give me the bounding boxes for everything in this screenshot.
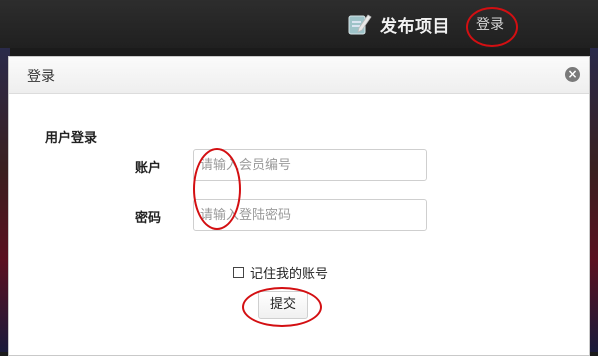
- top-navigation-bar: 发布项目 登录: [0, 0, 598, 48]
- login-link[interactable]: 登录: [476, 14, 504, 34]
- password-label: 密码: [135, 211, 162, 226]
- login-dialog: 登录 × 用户登录 账户 密码 记住我的账号 提交: [8, 56, 590, 356]
- publish-project-label: 发布项目: [380, 16, 450, 37]
- backdrop-right: [590, 48, 598, 352]
- dialog-title: 登录: [27, 69, 55, 85]
- submit-button[interactable]: 提交: [258, 291, 308, 319]
- account-input[interactable]: [193, 149, 427, 181]
- remember-me-option[interactable]: 记住我的账号: [233, 263, 328, 282]
- section-title: 用户登录: [45, 131, 98, 146]
- dialog-header: 登录 ×: [9, 57, 589, 94]
- password-input[interactable]: [193, 199, 427, 231]
- edit-document-icon: [348, 14, 372, 35]
- remember-label: 记住我的账号: [250, 267, 329, 282]
- publish-project-link[interactable]: 发布项目: [346, 10, 450, 38]
- account-label: 账户: [135, 161, 162, 176]
- close-icon[interactable]: ×: [565, 67, 580, 82]
- remember-checkbox[interactable]: [233, 267, 244, 278]
